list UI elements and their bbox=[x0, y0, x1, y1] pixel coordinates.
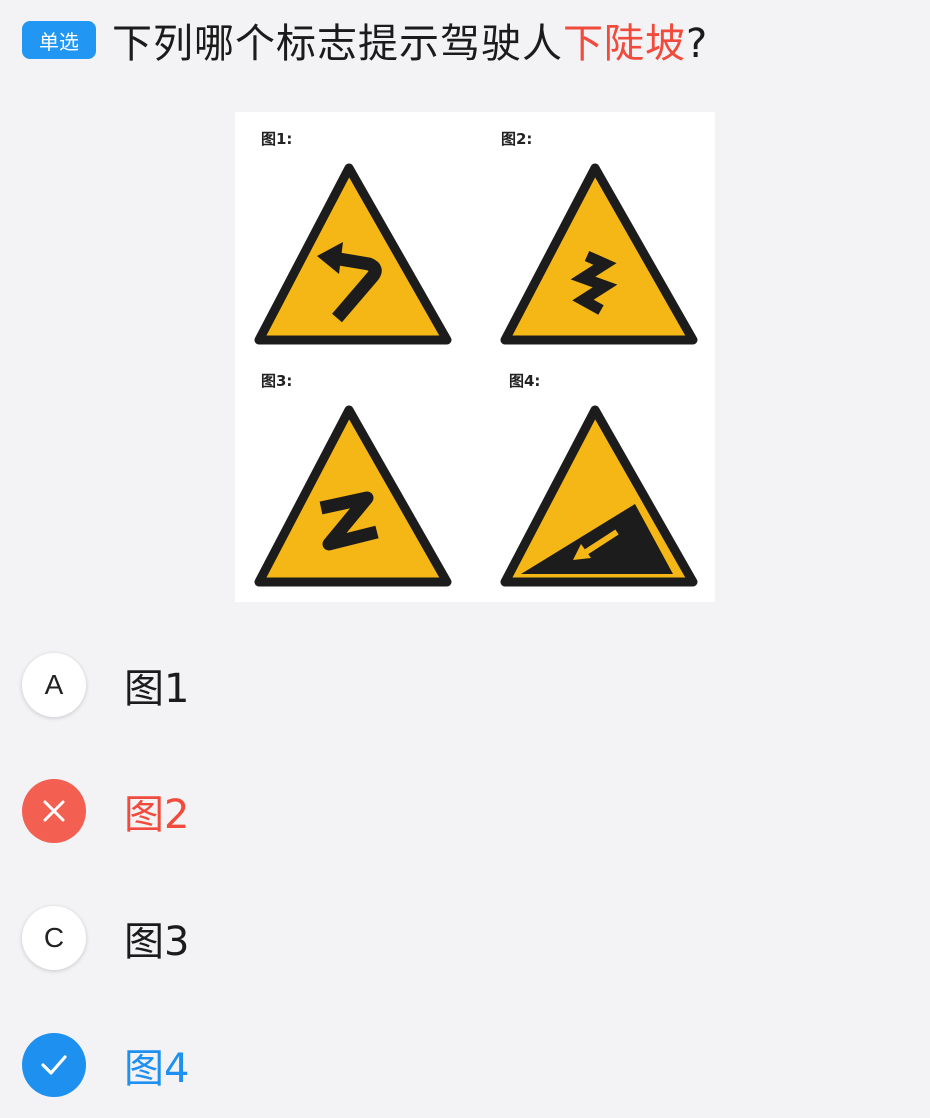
sign-label-1: 图1: bbox=[261, 130, 293, 148]
option-b-marker bbox=[22, 779, 86, 843]
sign-4: 图4: bbox=[497, 370, 717, 600]
signs-image: 图1: 图2: 图3: 图4: bbox=[235, 112, 715, 602]
option-b-text: 图2 bbox=[124, 792, 190, 838]
option-c-marker: C bbox=[22, 906, 86, 970]
curve-left-icon bbox=[254, 163, 452, 345]
question-type-badge: 单选 bbox=[22, 21, 96, 59]
question-text-highlight: 下陡坡 bbox=[563, 21, 686, 67]
option-a-text: 图1 bbox=[124, 666, 190, 712]
sign-3: 图3: bbox=[251, 370, 471, 600]
option-a[interactable]: A 图1 bbox=[22, 652, 189, 718]
option-c-text: 图3 bbox=[124, 919, 190, 965]
sign-label-3: 图3: bbox=[261, 372, 293, 390]
steep-downhill-icon bbox=[500, 405, 698, 587]
option-d[interactable]: 图4 bbox=[22, 1032, 189, 1098]
question-header: 单选 下列哪个标志提示驾驶人下陡坡? bbox=[22, 8, 910, 72]
close-icon bbox=[43, 800, 65, 822]
option-d-text: 图4 bbox=[124, 1046, 190, 1092]
option-c[interactable]: C 图3 bbox=[22, 905, 189, 971]
question-text-main: 下列哪个标志提示驾驶人 bbox=[112, 21, 563, 67]
sign-2: 图2: bbox=[497, 128, 717, 358]
reverse-curve-icon bbox=[254, 405, 452, 587]
sign-label-4: 图4: bbox=[509, 372, 541, 390]
option-d-marker bbox=[22, 1033, 86, 1097]
winding-road-icon bbox=[500, 163, 698, 345]
sign-label-2: 图2: bbox=[501, 130, 533, 148]
sign-1: 图1: bbox=[251, 128, 471, 358]
question-text: 下列哪个标志提示驾驶人下陡坡? bbox=[112, 11, 708, 69]
question-text-end: ? bbox=[686, 21, 709, 67]
check-icon bbox=[41, 1055, 67, 1075]
option-a-marker: A bbox=[22, 653, 86, 717]
option-b[interactable]: 图2 bbox=[22, 778, 189, 844]
